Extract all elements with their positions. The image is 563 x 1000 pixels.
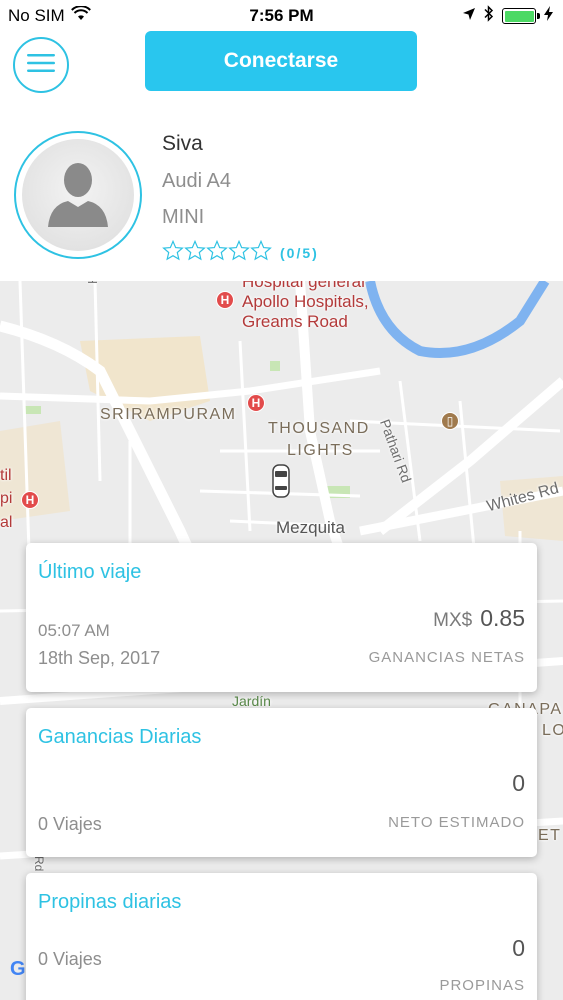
star-icon	[206, 239, 228, 266]
daily-tips-card[interactable]: Propinas diarias 0 0 Viajes PROPINAS	[26, 873, 537, 1000]
daily-earnings-title: Ganancias Diarias	[38, 726, 202, 748]
status-bar: No SIM 7:56 PM	[0, 0, 563, 32]
user-silhouette-icon	[38, 153, 118, 238]
map-label-il: til	[0, 467, 12, 484]
daily-earnings-trips: 0 Viajes	[38, 814, 102, 834]
location-arrow-icon	[462, 6, 476, 26]
daily-tips-title: Propinas diarias	[38, 891, 182, 913]
star-icon	[228, 239, 250, 266]
last-trip-card[interactable]: Último viaje 05:07 AM 18th Sep, 2017 MX$…	[26, 543, 537, 692]
last-trip-date: 18th Sep, 2017	[38, 648, 161, 668]
last-trip-amount: MX$ 0.85	[433, 605, 525, 632]
connect-button[interactable]: Conectarse	[145, 31, 417, 91]
map-label-al: al	[0, 514, 13, 531]
map-label-jardin: Jardín	[232, 693, 271, 709]
daily-tips-amount: 0	[512, 935, 525, 961]
vehicle-type: MINI	[162, 206, 205, 228]
avatar-placeholder	[22, 139, 134, 251]
star-icon	[184, 239, 206, 266]
map-label-et: ET	[538, 827, 562, 844]
map-label-apollo-1: Apollo Hospitals,	[242, 292, 369, 311]
rating-stars	[162, 239, 272, 266]
vehicle-model: Audi A4	[162, 170, 231, 192]
map-label-pi: pi	[0, 490, 13, 507]
google-logo-icon: G	[10, 958, 26, 980]
map-label-lights: LIGHTS	[287, 442, 354, 459]
daily-tips-caption: PROPINAS	[439, 977, 525, 994]
map-label-mezquita: Mezquita	[276, 518, 345, 537]
rating-text: (0/5)	[280, 245, 319, 261]
star-icon	[162, 239, 184, 266]
bluetooth-icon	[484, 5, 494, 27]
hospital-pin-icon[interactable]: H	[216, 291, 234, 309]
daily-earnings-card[interactable]: Ganancias Diarias 0 0 Viajes NETO ESTIMA…	[26, 708, 537, 857]
daily-earnings-amount: 0	[512, 770, 525, 796]
map-label-rd-left: Rd	[32, 856, 46, 872]
currency-label: MX$	[433, 610, 473, 631]
map-label-lo: LO	[542, 722, 563, 739]
hamburger-icon	[27, 53, 55, 78]
map-label-thousand: THOUSAND	[268, 420, 370, 437]
status-right	[462, 5, 553, 27]
charging-icon	[544, 6, 553, 26]
avatar[interactable]	[14, 131, 142, 259]
menu-button[interactable]	[13, 37, 69, 93]
book-store-pin-icon[interactable]: ▯	[441, 412, 459, 430]
hospital-pin-icon[interactable]: H	[21, 491, 39, 509]
battery-icon	[502, 8, 540, 24]
last-trip-caption: GANANCIAS NETAS	[368, 649, 525, 666]
amount-value: 0.85	[480, 605, 525, 631]
daily-earnings-caption: NETO ESTIMADO	[388, 814, 525, 831]
star-icon	[250, 239, 272, 266]
rating-row: (0/5)	[162, 239, 319, 266]
last-trip-title: Último viaje	[38, 561, 142, 583]
driver-name: Siva	[162, 132, 203, 155]
map-label-ha: Ha	[85, 281, 100, 284]
daily-tips-trips: 0 Viajes	[38, 949, 102, 969]
map-label-apollo-2: Greams Road	[242, 312, 348, 331]
hospital-pin-icon[interactable]: H	[247, 394, 265, 412]
last-trip-time: 05:07 AM	[38, 621, 110, 640]
map-label-srirampuram: SRIRAMPURAM	[100, 406, 237, 423]
